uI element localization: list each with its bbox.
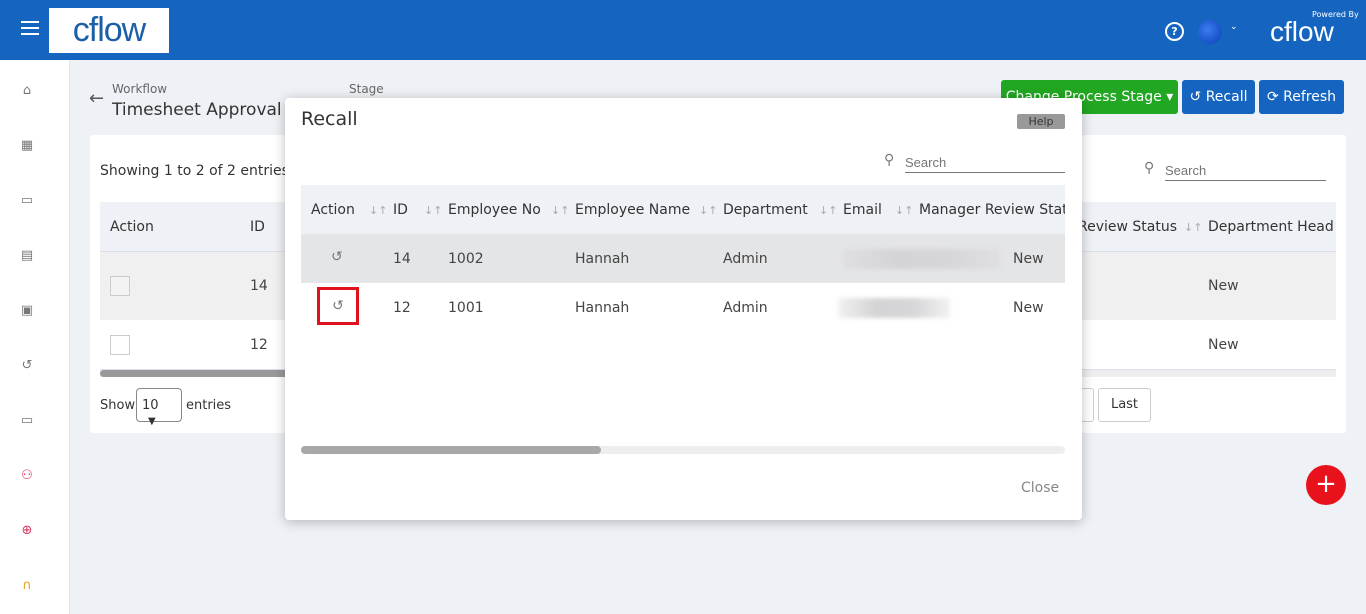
- close-button[interactable]: Close: [1021, 480, 1059, 496]
- col-id[interactable]: ID: [393, 202, 408, 218]
- brand-logo: cflow: [1270, 16, 1334, 47]
- grid-icon[interactable]: ▦: [19, 138, 35, 154]
- sort-icon[interactable]: ↓↑: [551, 204, 569, 217]
- menu-icon[interactable]: [21, 21, 39, 35]
- page-size-select[interactable]: 10 ▼: [136, 388, 182, 427]
- cell-id: 12: [250, 337, 268, 353]
- col-review-status[interactable]: Review Status: [1078, 219, 1177, 235]
- modal-title: Recall: [301, 108, 358, 130]
- add-fab-button[interactable]: +: [1306, 465, 1346, 505]
- col-employee-name[interactable]: Employee Name: [575, 202, 690, 218]
- cell-id: 14: [393, 251, 411, 267]
- sort-icon[interactable]: ↓↑: [424, 204, 442, 217]
- row-checkbox[interactable]: [110, 276, 130, 296]
- sidebar: [0, 60, 70, 614]
- cell-employee-name: Hannah: [575, 300, 630, 316]
- help-icon[interactable]: ?: [1165, 22, 1184, 41]
- calendar-icon[interactable]: ▭: [19, 193, 35, 209]
- home-icon[interactable]: ⌂: [19, 83, 35, 99]
- org-chart-icon[interactable]: ⚇: [19, 468, 35, 484]
- cell-employee-no: 1002: [448, 251, 484, 267]
- cell-email-redacted: [838, 298, 950, 318]
- cell-department: Admin: [723, 300, 768, 316]
- help-button[interactable]: Help: [1017, 114, 1065, 129]
- headset-icon[interactable]: ∩: [19, 578, 35, 594]
- search-icon: ⚲: [1144, 160, 1155, 176]
- target-icon[interactable]: ⊕: [19, 523, 35, 539]
- col-id[interactable]: ID: [250, 219, 265, 235]
- id-card-icon[interactable]: ▭: [19, 413, 35, 429]
- workflow-name: Timesheet Approval P: [112, 100, 298, 120]
- book-icon[interactable]: ▣: [19, 303, 35, 319]
- last-page-button[interactable]: Last: [1098, 388, 1151, 422]
- col-employee-no[interactable]: Employee No: [448, 202, 541, 218]
- col-action[interactable]: Action: [311, 202, 355, 218]
- modal-horizontal-scrollbar[interactable]: [301, 446, 1065, 454]
- entries-label: entries: [186, 398, 232, 413]
- cell-id: 14: [250, 278, 268, 294]
- cell-status: New: [1013, 300, 1044, 316]
- recall-button[interactable]: ↺ Recall: [1182, 80, 1255, 114]
- prev-page-button[interactable]: [1080, 388, 1094, 422]
- top-bar: [0, 0, 1366, 60]
- cell-dept-head: New: [1208, 278, 1239, 294]
- chevron-down-icon[interactable]: ⌄: [1230, 22, 1238, 32]
- sort-icon[interactable]: ↓↑: [699, 204, 717, 217]
- show-label: Show: [100, 398, 136, 413]
- sort-icon[interactable]: ↓↑: [819, 204, 837, 217]
- recall-row-icon[interactable]: ↺: [317, 287, 359, 325]
- image-icon[interactable]: ▤: [19, 248, 35, 264]
- col-email[interactable]: Email: [843, 202, 882, 218]
- cell-employee-no: 1001: [448, 300, 484, 316]
- sort-icon[interactable]: ↓↑: [369, 204, 387, 217]
- avatar[interactable]: [1198, 20, 1222, 44]
- col-department[interactable]: Department: [723, 202, 808, 218]
- refresh-button[interactable]: ⟳ Refresh: [1259, 80, 1344, 114]
- sort-icon[interactable]: ↓↑: [1184, 221, 1202, 234]
- recall-row-icon[interactable]: ↺: [331, 249, 343, 265]
- cell-id: 12: [393, 300, 411, 316]
- cell-department: Admin: [723, 251, 768, 267]
- entries-info: Showing 1 to 2 of 2 entries: [100, 163, 289, 179]
- cell-dept-head: New: [1208, 337, 1239, 353]
- logo: cflow: [49, 8, 169, 53]
- col-manager-review-status[interactable]: Manager Review Status: [919, 202, 1065, 218]
- search-input[interactable]: [1165, 160, 1326, 181]
- cell-status: New: [1013, 251, 1044, 267]
- col-department-head[interactable]: Department Head R: [1208, 219, 1336, 235]
- stage-label: Stage: [349, 82, 384, 96]
- back-arrow-icon[interactable]: ←: [89, 88, 104, 109]
- row-checkbox[interactable]: [110, 335, 130, 355]
- sort-icon[interactable]: ↓↑: [895, 204, 913, 217]
- col-action[interactable]: Action: [110, 219, 154, 235]
- history-icon[interactable]: ↺: [19, 358, 35, 374]
- table-row: [301, 283, 1065, 332]
- cell-email-redacted: [843, 249, 1000, 269]
- search-icon: ⚲: [884, 152, 895, 168]
- modal-search-input[interactable]: [905, 152, 1065, 173]
- cell-employee-name: Hannah: [575, 251, 630, 267]
- workflow-label: Workflow: [112, 82, 168, 96]
